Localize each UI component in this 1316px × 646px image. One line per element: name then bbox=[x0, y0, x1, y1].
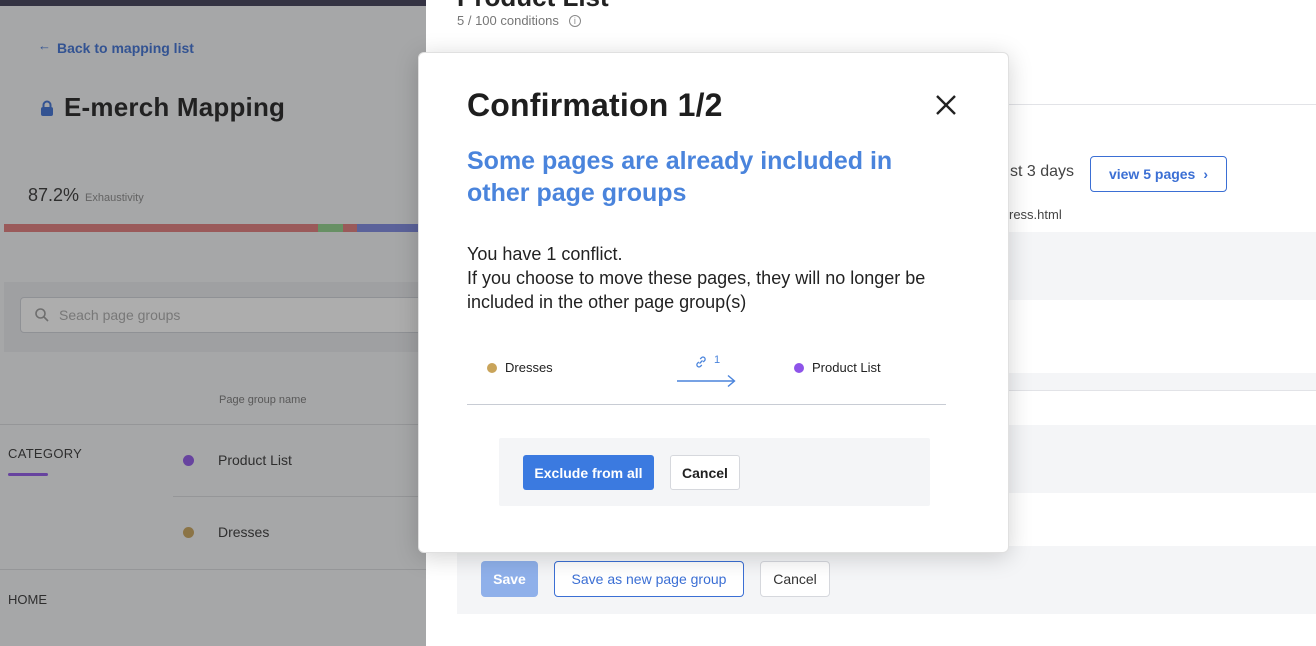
conditions-count: 5 / 100 conditions i bbox=[457, 13, 581, 28]
dialog-title: Confirmation 1/2 bbox=[467, 87, 723, 123]
view-pages-label: view 5 pages bbox=[1108, 166, 1196, 182]
save-button[interactable]: Save bbox=[481, 561, 538, 597]
exclude-from-all-button[interactable]: Exclude from all bbox=[523, 455, 654, 490]
conflict-flow: Dresses 1 Product List bbox=[467, 348, 946, 405]
view-pages-button[interactable]: view 5 pages › bbox=[1090, 156, 1227, 192]
divider bbox=[1008, 104, 1316, 105]
color-dot-icon bbox=[794, 362, 804, 373]
conditions-text: 5 / 100 conditions bbox=[457, 13, 559, 28]
save-as-new-button[interactable]: Save as new page group bbox=[554, 561, 744, 597]
conflict-count-text: You have 1 conflict. bbox=[467, 244, 623, 264]
target-group-name: Product List bbox=[812, 360, 881, 375]
cancel-button[interactable]: Cancel bbox=[760, 561, 830, 597]
close-icon[interactable] bbox=[934, 93, 958, 117]
date-range-text: st 3 days bbox=[1010, 163, 1075, 180]
row-stripe bbox=[1008, 425, 1316, 493]
info-icon[interactable]: i bbox=[568, 14, 581, 27]
modal-backdrop[interactable] bbox=[0, 0, 426, 646]
dialog-actions: Exclude from all Cancel bbox=[499, 438, 930, 506]
color-dot-icon bbox=[487, 362, 497, 373]
source-group-name: Dresses bbox=[505, 360, 553, 375]
divider bbox=[1008, 390, 1316, 391]
conflict-count: 1 bbox=[714, 354, 721, 366]
arrow-right-icon bbox=[677, 374, 736, 388]
conflict-arrow: 1 bbox=[676, 348, 738, 388]
conflict-explanation: If you choose to move these pages, they … bbox=[467, 268, 926, 312]
row-stripe bbox=[1008, 232, 1316, 300]
chevron-right-icon: › bbox=[1203, 166, 1209, 182]
confirmation-dialog: Confirmation 1/2 Some pages are already … bbox=[418, 52, 1009, 553]
row-stripe bbox=[1008, 373, 1316, 390]
dialog-subtitle: Some pages are already included in other… bbox=[467, 147, 893, 207]
target-group: Product List bbox=[794, 360, 881, 375]
dialog-body: You have 1 conflict. If you choose to mo… bbox=[467, 242, 967, 314]
source-group: Dresses bbox=[487, 360, 553, 375]
link-icon bbox=[696, 356, 706, 368]
dialog-cancel-button[interactable]: Cancel bbox=[670, 455, 740, 490]
url-preview: ress.html bbox=[1009, 207, 1062, 222]
page-title: Product List bbox=[457, 0, 609, 13]
